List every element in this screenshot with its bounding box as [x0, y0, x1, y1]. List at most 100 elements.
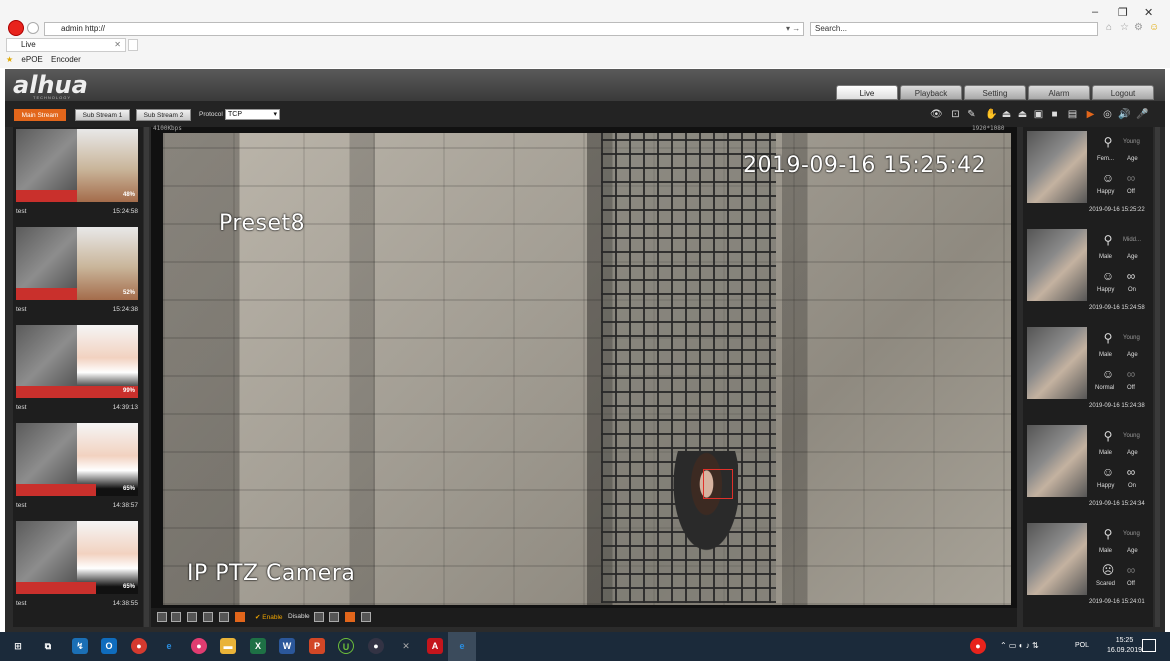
zoom-box-icon[interactable]: ⊡ [950, 109, 961, 120]
list-item[interactable]: ⚲ Midd... Male Age ☺ ∞ Happy On 2019-09-… [1025, 227, 1151, 324]
refresh-icon[interactable] [361, 612, 371, 622]
settings-gear-icon[interactable]: ⚙ [1134, 22, 1143, 33]
live-video[interactable]: 2019-09-16 15:25:42 Preset8 IP PTZ Camer… [151, 127, 1017, 608]
ie-icon[interactable]: e [161, 638, 177, 654]
glasses-icon: ∞ [1126, 367, 1136, 381]
word-icon[interactable]: W [279, 638, 295, 654]
nav-tab-playback[interactable]: Playback [900, 85, 962, 100]
microphone-icon[interactable]: 🎤 [1136, 109, 1148, 120]
person-icon[interactable]: ⏏ [1001, 109, 1012, 120]
main-stream-button[interactable]: Main Stream [14, 109, 66, 121]
hand-icon[interactable]: ✋ [985, 109, 997, 120]
nav-tab-logout[interactable]: Logout [1092, 85, 1154, 100]
favorite-link[interactable]: ePOE [21, 55, 42, 64]
back-button[interactable] [8, 20, 24, 36]
speaker-icon[interactable]: 🔊 [1118, 109, 1130, 120]
app-icon[interactable]: ↯ [72, 638, 88, 654]
outlook-icon[interactable]: O [101, 638, 117, 654]
app-dark-icon[interactable]: ● [368, 638, 384, 654]
list-item[interactable]: 99% test 14:39:13 [16, 325, 140, 421]
favorites-star-icon[interactable]: ☆ [1120, 22, 1129, 33]
list-item[interactable]: 65% test 14:38:55 [16, 521, 140, 617]
start-icon[interactable]: ⊞ [10, 638, 26, 654]
glasses-icon: ∞ [1126, 269, 1136, 283]
enable-toggle[interactable]: ✔ Enable [255, 613, 283, 621]
list-item[interactable]: ⚲ Young Male Age ☺ ∞ Normal Off 2019-09-… [1025, 325, 1151, 422]
image-icon[interactable]: ▤ [1067, 109, 1078, 120]
record-icon[interactable]: ▶ [1085, 109, 1096, 120]
gender-value: Male [1099, 254, 1113, 260]
list-item[interactable]: 65% test 14:38:57 [16, 423, 140, 519]
favorite-link[interactable]: Encoder [51, 55, 81, 64]
search-input[interactable]: Search... [810, 22, 1098, 36]
explorer-icon[interactable]: ▬ [220, 638, 236, 654]
globe-icon[interactable]: ◎ [1102, 109, 1113, 120]
favorites-star-icon[interactable]: ★ [6, 55, 13, 64]
browser-tab-live[interactable]: Live ✕ [6, 38, 126, 52]
nav-tab-setting[interactable]: Setting [964, 85, 1026, 100]
glasses-value: Off [1127, 581, 1135, 587]
left-scrollbar[interactable] [144, 127, 149, 627]
tray-app-icon[interactable]: ● [970, 638, 986, 654]
pen-icon[interactable]: ✎ [966, 109, 977, 120]
fullscreen-icon[interactable] [235, 612, 245, 622]
alarm-icon[interactable] [345, 612, 355, 622]
list-item[interactable]: ⚲ Young Male Age ☹ ∞ Scared Off 2019-09-… [1025, 521, 1151, 618]
face-snapshot-image [1027, 229, 1087, 301]
age-label: Age [1127, 352, 1138, 358]
layout-icon[interactable] [157, 612, 167, 622]
sub-stream-1-button[interactable]: Sub Stream 1 [75, 109, 130, 121]
match-time: 15:24:38 [112, 306, 138, 313]
task-view-icon[interactable]: ⧉ [40, 638, 56, 654]
home-icon[interactable]: ⌂ [1106, 22, 1112, 33]
age-value: Young [1123, 433, 1140, 439]
minimize-button[interactable]: – [1092, 6, 1098, 18]
ptz-icon[interactable] [314, 612, 324, 622]
window-16-icon[interactable] [219, 612, 229, 622]
right-scrollbar[interactable] [1155, 127, 1160, 627]
smiley-feedback-icon[interactable]: ☺ [1149, 22, 1159, 33]
keyboard-language[interactable]: POL [1075, 642, 1089, 649]
maximize-button[interactable]: ❐ [1118, 6, 1128, 19]
nav-tab-live[interactable]: Live [836, 85, 898, 100]
camera-icon[interactable]: ■ [1049, 109, 1060, 120]
new-tab-button[interactable] [128, 39, 138, 51]
window-4-icon[interactable] [187, 612, 197, 622]
powerpoint-icon[interactable]: P [309, 638, 325, 654]
refresh-icon[interactable]: ▾ → [786, 24, 800, 33]
bitrate-label: 4100Kbps [153, 125, 182, 132]
preset-icon[interactable] [329, 612, 339, 622]
ie-active-icon[interactable]: e [454, 638, 470, 654]
sub-stream-2-button[interactable]: Sub Stream 2 [136, 109, 191, 121]
window-9-icon[interactable] [203, 612, 213, 622]
close-tab-icon[interactable]: ✕ [114, 39, 121, 51]
window-1-icon[interactable] [171, 612, 181, 622]
eye-icon[interactable]: 👁 [930, 109, 943, 120]
nav-tab-alarm[interactable]: Alarm [1028, 85, 1090, 100]
app-tool-icon[interactable]: ✕ [398, 638, 414, 654]
list-item[interactable]: ⚲ Young Fem... Age ☺ ∞ Happy Off 2019-09… [1025, 129, 1151, 226]
disable-toggle[interactable]: Disable [288, 613, 310, 620]
person-icon: ⚲ [1103, 233, 1113, 247]
notifications-icon[interactable] [1142, 639, 1156, 652]
address-bar[interactable]: admin http:// [44, 22, 804, 36]
chrome-icon[interactable]: ● [131, 638, 147, 654]
app-pink-icon[interactable]: ● [191, 638, 207, 654]
system-clock[interactable]: 15:25 16.09.2019 [1107, 636, 1142, 656]
person-alt-icon[interactable]: ⏏ [1017, 109, 1028, 120]
list-item[interactable]: 52% test 15:24:38 [16, 227, 140, 323]
app-green-icon[interactable]: U [338, 638, 354, 654]
face-match-list: 48% test 15:24:58 52% test 15:24:38 99% … [13, 127, 143, 627]
tray-icons[interactable]: ⌃ ▭ ◐ ♪ ⇅ [1000, 641, 1039, 650]
list-item[interactable]: ⚲ Young Male Age ☺ ∞ Happy On 2019-09-16… [1025, 423, 1151, 520]
acrobat-icon[interactable]: A [427, 638, 443, 654]
match-name: test [16, 502, 27, 509]
forward-button[interactable] [27, 22, 39, 34]
list-item[interactable]: 48% test 15:24:58 [16, 129, 140, 225]
face-detection-box [703, 469, 733, 499]
snapshot-icon[interactable]: ▣ [1033, 109, 1044, 120]
close-window-button[interactable]: ✕ [1144, 6, 1153, 19]
protocol-select[interactable]: TCP ▾ [225, 109, 280, 120]
excel-icon[interactable]: X [250, 638, 266, 654]
match-photos: 65% [16, 423, 138, 496]
